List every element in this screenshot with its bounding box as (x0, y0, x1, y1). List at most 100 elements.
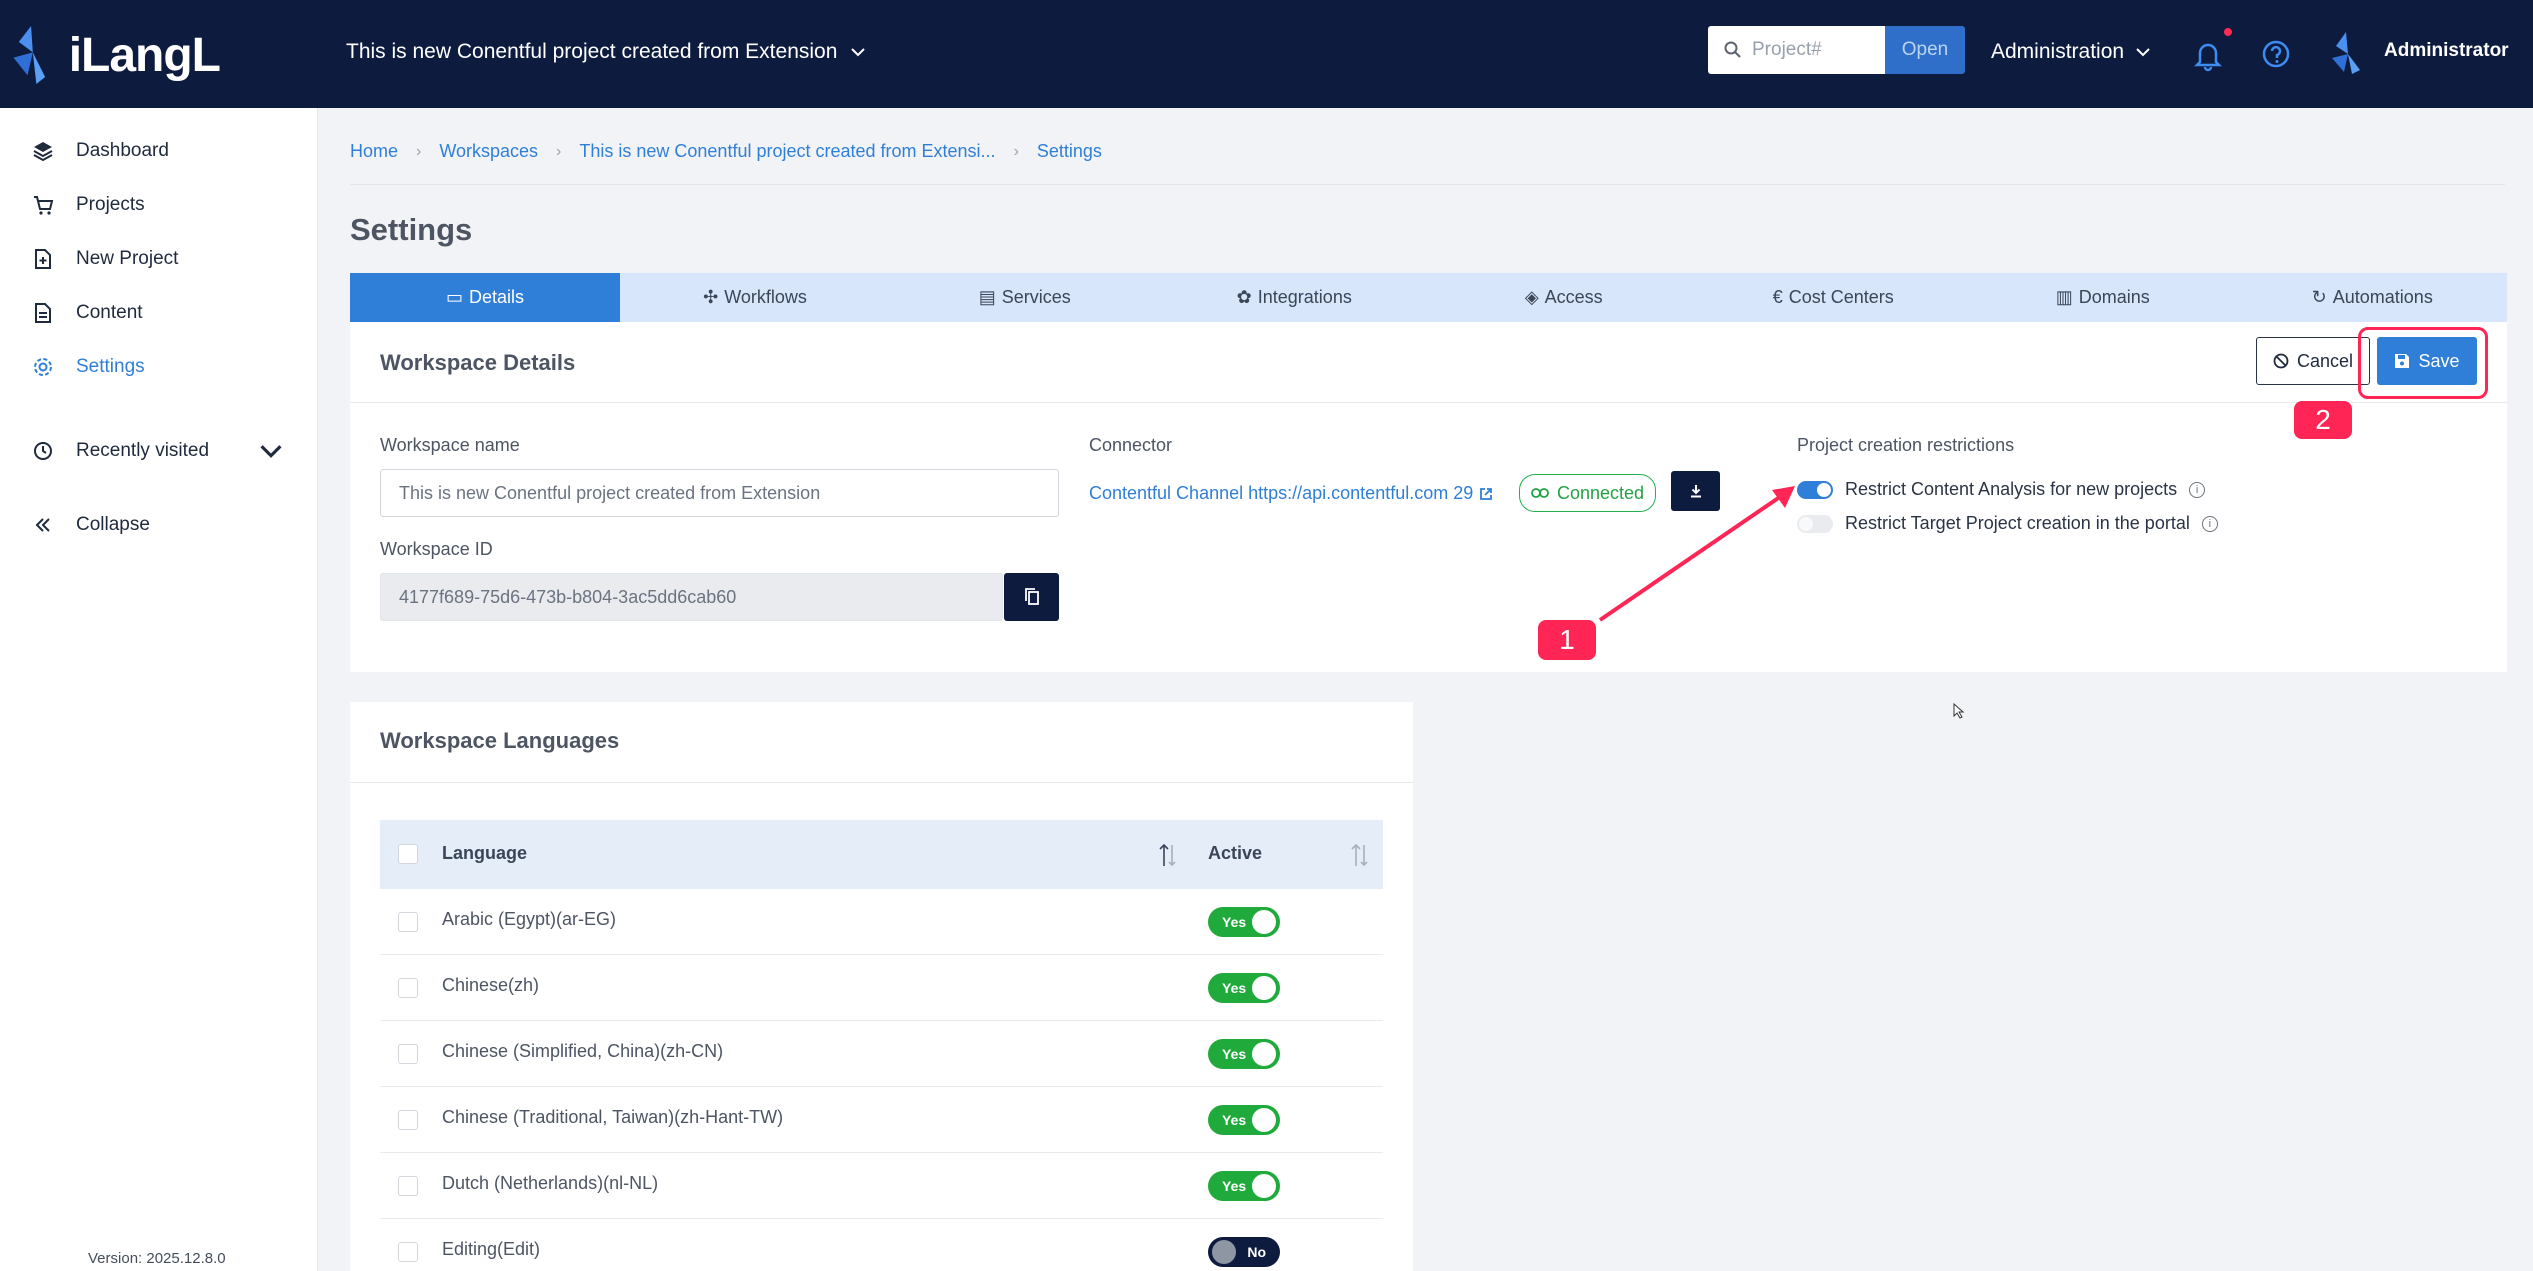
tab-integrations[interactable]: ✿ Integrations (1160, 273, 1430, 322)
info-icon[interactable]: i (2201, 515, 2218, 532)
row-checkbox[interactable] (398, 978, 418, 998)
active-toggle[interactable]: Yes (1208, 1105, 1280, 1135)
details-tab-icon: ▭ (445, 287, 463, 307)
cancel-label: Cancel (2296, 350, 2354, 371)
user-name[interactable]: Administrator (2384, 40, 2509, 62)
tab-access[interactable]: ◈ Access (1429, 273, 1699, 322)
link-icon (1531, 488, 1549, 498)
tab-domains[interactable]: ▥ Domains (1968, 273, 2238, 322)
breadcrumb: Home › Workspaces › This is new Conentfu… (350, 141, 1102, 162)
restriction-1-label: Restrict Content Analysis for new projec… (1845, 479, 2178, 499)
chevron-right-icon: › (416, 142, 422, 160)
tab-automations[interactable]: ↻ Automations (2238, 273, 2508, 322)
select-all-checkbox[interactable] (398, 844, 418, 864)
row-checkbox[interactable] (398, 1044, 418, 1064)
settings-tabs: ▭ Details ✣ Workflows ▤ Services ✿ Integrati… (350, 273, 2507, 322)
workspace-id-field: 4177f689-75d6-473b-b804-3ac5dd6cab60 (380, 573, 1003, 621)
tab-label: Details (468, 287, 525, 307)
info-icon[interactable]: i (2189, 481, 2206, 498)
double-chevron-left-icon (35, 518, 50, 532)
shield-icon: ◈ (1524, 287, 1539, 307)
toggle-knob (1252, 976, 1276, 1000)
connector-link[interactable]: Contentful Channel https://api.contentfu… (1089, 483, 1493, 504)
sort-icon[interactable] (1350, 842, 1370, 868)
cart-icon (34, 196, 54, 215)
chevron-right-icon: › (556, 142, 562, 160)
tab-cost-centers[interactable]: € Cost Centers (1699, 273, 1969, 322)
row-checkbox[interactable] (398, 1242, 418, 1262)
workspace-details-heading: Workspace Details (380, 350, 576, 375)
restrictions-label: Project creation restrictions (1797, 435, 2015, 455)
cancel-button[interactable]: Cancel (2256, 337, 2370, 385)
recently-visited-toggle[interactable]: Recently visited (32, 440, 282, 462)
sidebar-item-label: Settings (76, 356, 145, 377)
active-toggle[interactable]: Yes (1208, 1039, 1280, 1069)
project-selector[interactable]: This is new Conentful project created fr… (346, 40, 866, 64)
logo-text: iLangL (68, 28, 221, 82)
active-toggle[interactable]: Yes (1208, 973, 1280, 1003)
toggle-knob (1252, 1174, 1276, 1198)
document-icon (35, 303, 51, 323)
table-row: Chinese(zh) Yes (380, 955, 1383, 1021)
user-avatar-icon[interactable] (2330, 30, 2366, 74)
tab-label: Automations (2332, 287, 2433, 307)
help-icon[interactable] (2262, 40, 2290, 68)
active-toggle[interactable]: No (1208, 1237, 1280, 1267)
sort-icon[interactable] (1158, 842, 1178, 868)
restrict-target-project-row: Restrict Target Project creation in the … (1797, 513, 2218, 534)
tab-label: Services (1001, 287, 1071, 307)
language-name: Arabic (Egypt)(ar-EG) (442, 909, 617, 929)
chevron-down-icon (851, 48, 866, 57)
breadcrumb-settings[interactable]: Settings (1037, 141, 1102, 162)
tab-label: Workflows (724, 287, 807, 307)
active-toggle[interactable]: Yes (1208, 907, 1280, 937)
breadcrumb-home[interactable]: Home (350, 141, 398, 162)
tab-workflows[interactable]: ✣ Workflows (620, 273, 890, 322)
notification-bell-icon[interactable] (2191, 38, 2225, 72)
column-header-language[interactable]: Language (442, 843, 527, 864)
breadcrumb-workspace[interactable]: This is new Conentful project created fr… (579, 141, 995, 162)
project-search: Project# Open (1708, 26, 1965, 74)
table-row: Chinese (Simplified, China)(zh-CN) Yes (380, 1021, 1383, 1087)
tab-label: Integrations (1257, 287, 1352, 307)
callout-1: 1 (1538, 620, 1596, 660)
chevron-down-icon (260, 445, 282, 458)
row-checkbox[interactable] (398, 1176, 418, 1196)
project-title: This is new Conentful project created fr… (346, 40, 838, 63)
tab-details[interactable]: ▭ Details (350, 273, 620, 322)
copy-id-button[interactable] (1004, 573, 1059, 621)
sidebar-item-settings[interactable]: Settings (32, 356, 145, 378)
administration-menu[interactable]: Administration (1991, 40, 2150, 64)
column-header-active[interactable]: Active (1208, 843, 1262, 864)
sidebar: Dashboard Projects New Project Content S… (0, 108, 318, 1271)
app-logo[interactable]: iLangL (10, 18, 221, 92)
table-row: Chinese (Traditional, Taiwan)(zh-Hant-TW… (380, 1087, 1383, 1153)
sidebar-item-content[interactable]: Content (32, 302, 143, 324)
toggle-knob (1817, 482, 1831, 497)
sidebar-item-dashboard[interactable]: Dashboard (32, 140, 169, 162)
toggle-knob (1252, 1108, 1276, 1132)
administration-label: Administration (1991, 40, 2125, 63)
workspace-name-input[interactable]: This is new Conentful project created fr… (380, 469, 1059, 517)
project-search-input[interactable]: Project# (1708, 26, 1885, 74)
sidebar-item-label: Projects (76, 194, 145, 215)
row-checkbox[interactable] (398, 912, 418, 932)
notification-dot (2224, 28, 2232, 36)
gear-icon (34, 358, 52, 376)
copy-icon (1024, 588, 1039, 605)
sidebar-item-new-project[interactable]: New Project (32, 248, 178, 270)
connector-link-text: Contentful Channel https://api.contentfu… (1089, 483, 1474, 503)
open-project-button[interactable]: Open (1885, 26, 1965, 74)
sidebar-item-projects[interactable]: Projects (32, 194, 145, 216)
workspace-languages-heading: Workspace Languages (380, 728, 620, 753)
language-name: Chinese(zh) (442, 975, 540, 995)
toggle-knob (1252, 910, 1276, 934)
collapse-sidebar-button[interactable]: Collapse (32, 514, 150, 536)
active-toggle[interactable]: Yes (1208, 1171, 1280, 1201)
domains-tab-icon: ▥ (2055, 287, 2073, 307)
toggle-knob (1252, 1042, 1276, 1066)
breadcrumb-workspaces[interactable]: Workspaces (439, 141, 538, 162)
row-checkbox[interactable] (398, 1110, 418, 1130)
workspace-id-label: Workspace ID (380, 539, 493, 559)
tab-services[interactable]: ▤ Services (890, 273, 1160, 322)
